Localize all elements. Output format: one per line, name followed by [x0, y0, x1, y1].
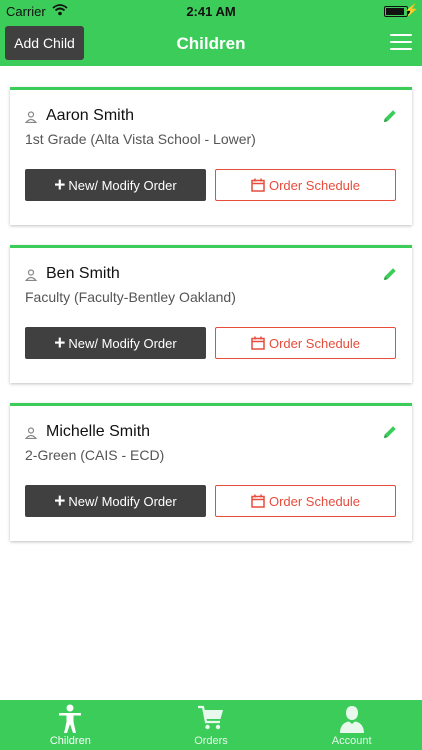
child-card: Ben Smith Faculty (Faculty-Bentley Oakla… — [10, 245, 412, 383]
edit-pencil-icon[interactable] — [382, 108, 398, 124]
child-school: 1st Grade (Alta Vista School - Lower) — [25, 131, 256, 147]
tab-account[interactable]: Account — [281, 700, 422, 750]
person-icon — [25, 427, 37, 439]
tab-bar: Children Orders Account — [0, 700, 422, 750]
order-button-label: New/ Modify Order — [68, 493, 177, 509]
status-bar: Carrier 2:41 AM ⚡ — [0, 0, 422, 22]
child-name: Ben Smith — [46, 265, 120, 282]
order-button-label: New/ Modify Order — [68, 335, 177, 351]
child-school: 2-Green (CAIS - ECD) — [25, 447, 165, 463]
clock: 2:41 AM — [186, 4, 236, 19]
person-icon — [25, 111, 37, 123]
new-modify-order-button[interactable]: + New/ Modify Order — [25, 327, 206, 359]
charging-icon: ⚡ — [404, 3, 419, 17]
add-child-button[interactable]: Add Child — [5, 26, 84, 60]
tab-label: Account — [331, 735, 372, 747]
child-card: Aaron Smith 1st Grade (Alta Vista School… — [10, 87, 412, 225]
tab-orders[interactable]: Orders — [141, 700, 282, 750]
child-card: Michelle Smith 2-Green (CAIS - ECD) + Ne… — [10, 403, 412, 541]
plus-icon: + — [54, 490, 66, 512]
tab-label: Children — [49, 735, 91, 747]
cart-icon — [198, 705, 223, 730]
calendar-icon — [251, 336, 265, 350]
schedule-button-label: Order Schedule — [268, 177, 361, 193]
calendar-icon — [251, 494, 265, 508]
tab-children[interactable]: Children — [0, 700, 141, 750]
calendar-icon — [251, 178, 265, 192]
person-icon — [25, 269, 37, 281]
edit-pencil-icon[interactable] — [382, 424, 398, 440]
tab-label: Orders — [194, 735, 228, 747]
new-modify-order-button[interactable]: + New/ Modify Order — [25, 485, 206, 517]
order-schedule-button[interactable]: Order Schedule — [215, 169, 396, 201]
child-school: Faculty (Faculty-Bentley Oakland) — [25, 289, 236, 305]
child-icon — [59, 704, 82, 733]
edit-pencil-icon[interactable] — [382, 266, 398, 282]
account-icon — [339, 706, 364, 733]
hamburger-menu-icon[interactable] — [390, 34, 412, 52]
plus-icon: + — [54, 174, 66, 196]
nav-bar: Add Child Children — [0, 22, 422, 66]
new-modify-order-button[interactable]: + New/ Modify Order — [25, 169, 206, 201]
schedule-button-label: Order Schedule — [268, 493, 361, 509]
child-name: Aaron Smith — [46, 107, 135, 124]
order-button-label: New/ Modify Order — [68, 177, 177, 193]
order-schedule-button[interactable]: Order Schedule — [215, 327, 396, 359]
schedule-button-label: Order Schedule — [268, 335, 361, 351]
child-name: Michelle Smith — [46, 423, 151, 440]
order-schedule-button[interactable]: Order Schedule — [215, 485, 396, 517]
plus-icon: + — [54, 332, 66, 354]
